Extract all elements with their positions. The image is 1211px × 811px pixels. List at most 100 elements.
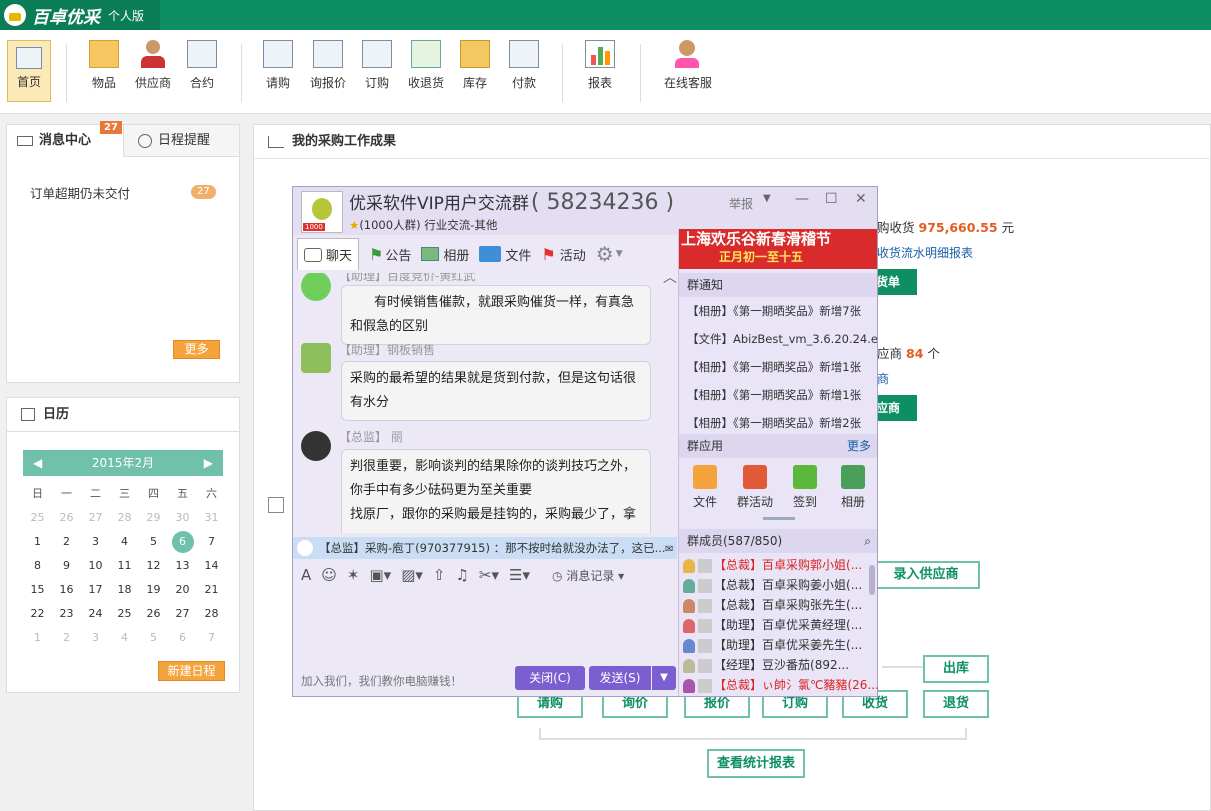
gift-icon[interactable]: ▣▾ (369, 566, 391, 584)
font-icon[interactable]: A (301, 566, 311, 584)
calendar-day[interactable]: 19 (139, 578, 168, 602)
calendar-day[interactable]: 27 (168, 602, 197, 626)
toolbar-order[interactable]: 订购 (354, 40, 400, 91)
receipt-button[interactable]: 货单 (874, 269, 917, 295)
calendar-day[interactable]: 25 (23, 506, 52, 530)
calendar-day[interactable]: 6 (168, 530, 197, 554)
notice-item[interactable]: 【相册】《第一期晒奖品》新增2张 (679, 409, 877, 437)
report-link[interactable]: 举报 (729, 195, 753, 212)
new-schedule-button[interactable]: 新建日程 (158, 661, 225, 681)
flow-return[interactable]: 退货 (923, 690, 989, 718)
tab-announcement[interactable]: ⚑ 公告 (369, 245, 411, 264)
settings-icon[interactable]: ⚙ (596, 242, 614, 266)
calendar-day[interactable]: 8 (23, 554, 52, 578)
calendar-day[interactable]: 16 (52, 578, 81, 602)
calendar-day[interactable]: 15 (23, 578, 52, 602)
calendar-day[interactable]: 11 (110, 554, 139, 578)
toolbar-items[interactable]: 物品 (81, 40, 127, 91)
toolbar-receive[interactable]: 收退货 (403, 40, 449, 91)
toolbar-inquiry[interactable]: 询报价 (305, 40, 351, 91)
app-files[interactable]: 文件 (683, 461, 727, 510)
dropdown-icon[interactable]: ▼ (763, 193, 771, 204)
calendar-day[interactable]: 1 (23, 626, 52, 650)
calendar-day[interactable]: 4 (110, 530, 139, 554)
flow-outbound[interactable]: 出库 (923, 655, 989, 683)
calendar-day[interactable]: 7 (197, 626, 226, 650)
message-item[interactable]: 订单超期仍未交付 (30, 183, 130, 202)
calendar-day[interactable]: 2 (52, 626, 81, 650)
toolbar-request[interactable]: 请购 (255, 40, 301, 91)
member-item[interactable]: 【总裁】百卓采购姜小姐(... (683, 575, 862, 595)
calendar-day[interactable]: 1 (23, 530, 52, 554)
minimize-icon[interactable]: — (795, 191, 809, 207)
calendar-day[interactable]: 13 (168, 554, 197, 578)
emoji-icon[interactable]: ☺ (321, 566, 337, 584)
member-item[interactable]: 【总裁】ぃ帥氵氯℃豬豬(26... (683, 675, 879, 695)
calendar-day[interactable]: 22 (23, 602, 52, 626)
toolbar-stock[interactable]: 库存 (452, 40, 498, 91)
calendar-day[interactable]: 6 (168, 626, 197, 650)
calendar-day[interactable]: 5 (139, 530, 168, 554)
calendar-day[interactable]: 10 (81, 554, 110, 578)
mail-icon[interactable]: ✉ (665, 544, 673, 555)
toolbar-home[interactable]: 首页 (7, 40, 51, 102)
calendar-day[interactable]: 31 (197, 506, 226, 530)
close-icon[interactable]: ✕ (855, 191, 867, 207)
tab-message-center[interactable]: 消息中心 27 (7, 121, 124, 157)
image-icon[interactable]: ▨▾ (401, 566, 423, 584)
received-report-link[interactable]: 收货流水明细报表 (877, 244, 973, 261)
member-item[interactable]: 【总裁】百卓采购张先生(... (683, 595, 862, 615)
toolbar-report[interactable]: 报表 (577, 40, 623, 91)
supplier-link[interactable]: 商 (877, 370, 889, 387)
member-scrollbar[interactable] (869, 565, 875, 595)
more-button[interactable]: 更多 (173, 340, 220, 359)
calendar-day[interactable]: 29 (139, 506, 168, 530)
toolbar-service[interactable]: 在线客服 (664, 40, 712, 91)
calendar-day[interactable]: 27 (81, 506, 110, 530)
close-button[interactable]: 关闭(C) (515, 666, 585, 690)
member-item[interactable]: 【助理】百卓优采姜先生(... (683, 635, 862, 655)
calendar-day[interactable]: 3 (81, 626, 110, 650)
apps-more-link[interactable]: 更多 (847, 434, 871, 458)
notice-item[interactable]: 【相册】《第一期晒奖品》新增7张 (679, 297, 877, 325)
app-activity[interactable]: 群活动 (733, 461, 777, 510)
search-icon[interactable]: ⌕ (864, 529, 871, 553)
calendar-day[interactable]: 26 (52, 506, 81, 530)
nudge-icon[interactable]: ✶ (347, 566, 360, 584)
tab-chat[interactable]: 聊天 (297, 238, 360, 270)
calendar-day[interactable]: 12 (139, 554, 168, 578)
member-item[interactable]: 【经理】豆沙番茄(892... (683, 655, 849, 675)
flow-add-supplier[interactable]: 录入供应商 (872, 561, 980, 589)
send-button[interactable]: 发送(S) (589, 666, 651, 690)
calendar-day[interactable]: 3 (81, 530, 110, 554)
flow-report[interactable]: 查看统计报表 (707, 749, 805, 778)
tab-album[interactable]: 相册 (421, 245, 469, 264)
app-checkin[interactable]: 签到 (783, 461, 827, 510)
calendar-day[interactable]: 30 (168, 506, 197, 530)
maximize-icon[interactable]: ☐ (825, 191, 838, 207)
calendar-day[interactable]: 28 (110, 506, 139, 530)
supplier-button[interactable]: 应商 (874, 395, 917, 421)
member-item[interactable]: 【总裁】百卓采购郭小姐(... (683, 555, 862, 575)
member-item[interactable]: 【助理】百卓优采黄经理(... (683, 615, 862, 635)
calendar-day[interactable]: 24 (81, 602, 110, 626)
tab-files[interactable]: 文件 (479, 245, 531, 264)
send-options-icon[interactable]: ▼ (652, 666, 676, 690)
calendar-day[interactable]: 18 (110, 578, 139, 602)
notice-item[interactable]: 【文件】AbizBest_vm_3.6.20.24.exe (679, 325, 877, 353)
calendar-day[interactable]: 20 (168, 578, 197, 602)
calendar-day[interactable]: 21 (197, 578, 226, 602)
collapse-icon[interactable]: ︿ (663, 273, 677, 287)
toolbar-contracts[interactable]: 合约 (179, 40, 225, 91)
screenshot-icon[interactable]: ✂▾ (479, 566, 499, 584)
toolbar-suppliers[interactable]: 供应商 (130, 40, 176, 91)
calendar-day[interactable]: 23 (52, 602, 81, 626)
next-month-icon[interactable]: ▶ (204, 450, 213, 476)
calendar-day[interactable]: 9 (52, 554, 81, 578)
calendar-day[interactable]: 26 (139, 602, 168, 626)
calendar-day[interactable]: 17 (81, 578, 110, 602)
chevron-down-icon[interactable]: ▼ (616, 249, 623, 259)
calendar-day[interactable]: 28 (197, 602, 226, 626)
notice-item[interactable]: 【相册】《第一期晒奖品》新增1张 (679, 381, 877, 409)
message-input[interactable] (295, 591, 675, 663)
